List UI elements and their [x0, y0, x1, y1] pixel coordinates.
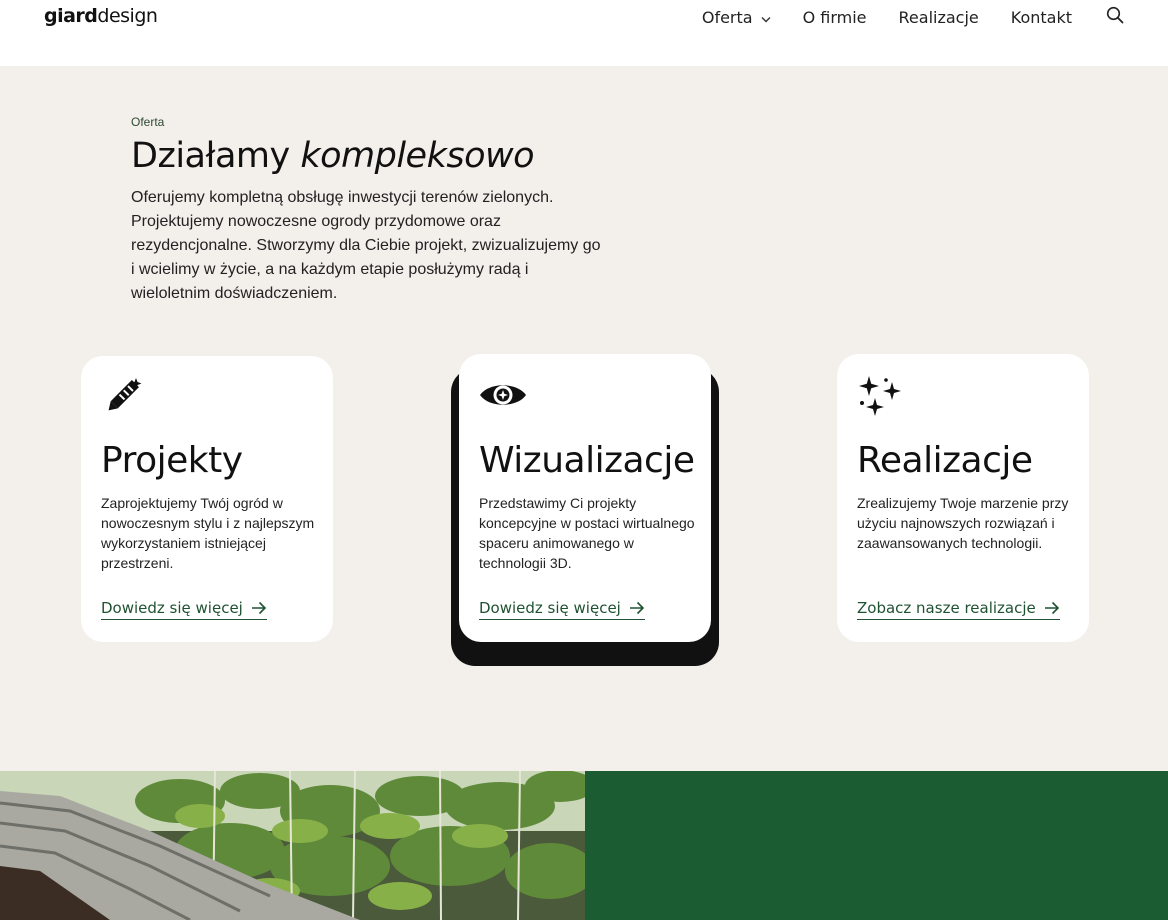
nav-item-kontakt[interactable]: Kontakt: [1011, 8, 1072, 27]
arrow-right-icon: [1044, 601, 1059, 615]
card-projekty: Projekty Zaprojektujemy Twój ogród w now…: [81, 356, 333, 642]
see-projects-link[interactable]: Zobacz nasze realizacje: [857, 599, 1060, 620]
learn-more-link[interactable]: Dowiedz się więcej: [101, 599, 267, 620]
card-wizualizacje: Wizualizacje Przedstawimy Ci projekty ko…: [459, 354, 711, 642]
nav-item-label: Kontakt: [1010, 8, 1072, 27]
nav-item-label: Realizacje: [898, 8, 979, 27]
section-eyebrow: Oferta: [131, 115, 165, 129]
card-title: Projekty: [101, 440, 243, 481]
nav-item-label: O firmie: [802, 8, 867, 27]
logo[interactable]: giarddesign: [44, 5, 158, 27]
card-text: Przedstawimy Ci projekty koncepcyjne w p…: [479, 495, 695, 571]
green-panel: [585, 771, 1168, 920]
sparkles-icon: [857, 374, 903, 423]
card-realizacje: Realizacje Zrealizujemy Twoje marzenie p…: [837, 354, 1089, 642]
headline-regular: Działamy: [131, 136, 290, 176]
eye-icon: [479, 374, 527, 421]
card-text: Zaprojektujemy Twój ogród w nowoczesnym …: [101, 495, 315, 571]
card-title: Realizacje: [857, 440, 1033, 481]
card-title: Wizualizacje: [479, 440, 695, 481]
pencil-ruler-icon: [101, 376, 143, 423]
nav-item-o-firmie[interactable]: O firmie: [803, 8, 867, 27]
section-headline: Działamy kompleksowo: [131, 136, 535, 176]
link-label: Zobacz nasze realizacje: [857, 599, 1036, 617]
arrow-right-icon: [251, 601, 266, 615]
chevron-down-icon: [761, 8, 771, 27]
link-label: Dowiedz się więcej: [479, 599, 621, 617]
main-nav: Oferta O firmie Realizacje Kontakt: [702, 6, 1124, 29]
offer-section: Oferta Działamy kompleksowo Oferujemy ko…: [0, 66, 1168, 771]
search-icon[interactable]: [1106, 6, 1124, 29]
link-label: Dowiedz się więcej: [101, 599, 243, 617]
arrow-right-icon: [629, 601, 644, 615]
section-lead: Oferujemy kompletną obsługę inwestycji t…: [131, 189, 601, 302]
card-text: Zrealizujemy Twoje marzenie przy użyciu …: [857, 495, 1069, 551]
headline-italic: kompleksowo: [300, 136, 535, 176]
logo-bold: giard: [44, 5, 98, 27]
logo-light: design: [97, 5, 158, 27]
garden-photo: [0, 771, 585, 920]
site-header: giarddesign Oferta O firmie Realizacje K…: [0, 0, 1168, 66]
learn-more-link[interactable]: Dowiedz się więcej: [479, 599, 645, 620]
nav-item-realizacje[interactable]: Realizacje: [899, 8, 979, 27]
nav-item-oferta[interactable]: Oferta: [702, 8, 771, 27]
nav-item-label: Oferta: [701, 8, 753, 27]
